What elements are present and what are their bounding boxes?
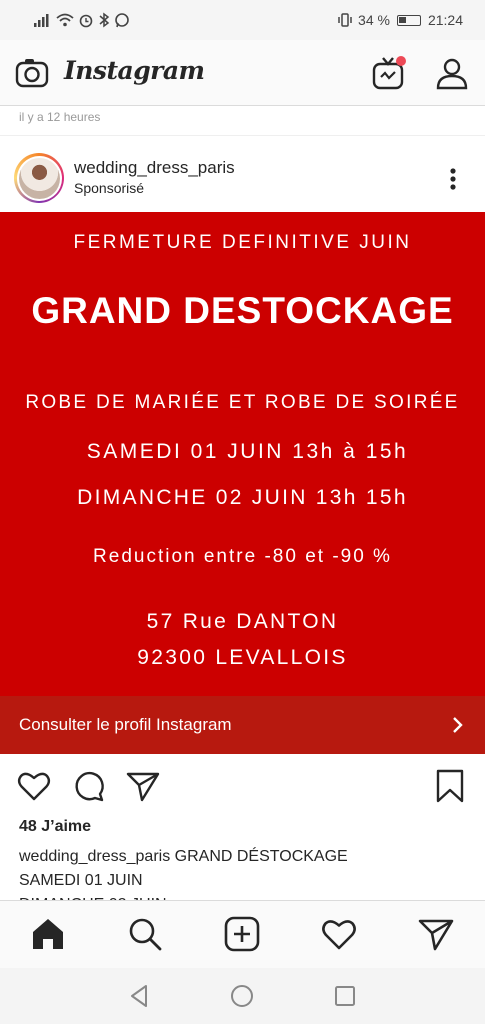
avatar[interactable] [14,153,64,203]
ad-address-street: 57 Rue DANTON [146,610,339,633]
ad-address-city: 92300 LEVALLOIS [137,646,348,669]
divider [0,135,485,136]
whatsapp-icon [115,13,129,28]
bottom-nav [0,900,485,968]
ad-image[interactable]: FERMETURE DEFINITIVE JUIN GRAND DESTOCKA… [0,212,485,696]
ad-text-sunday: DIMANCHE 02 JUIN 13h 15h [77,486,408,509]
comment-icon[interactable] [71,768,107,804]
alarm-icon [79,14,93,28]
vibrate-icon [338,13,352,27]
home-circle-icon[interactable] [228,982,256,1010]
ad-text-saturday: SAMEDI 01 JUIN 13h à 15h [86,440,409,463]
like-count[interactable]: 48 J’aime [19,818,91,836]
ad-headline: GRAND DESTOCKAGE [31,290,454,331]
status-icons-right: 34 % 21:24 [336,12,463,28]
bookmark-icon[interactable] [432,768,468,804]
post-username[interactable]: wedding_dress_paris [74,158,235,178]
home-icon[interactable] [29,915,67,953]
status-bar: 34 % 21:24 [0,0,485,40]
cta-button[interactable]: Consulter le profil Instagram [0,696,485,754]
share-icon[interactable] [125,768,161,804]
instagram-logo: Instagram [64,56,205,85]
ad-text-dresses: ROBE DE MARIÉE ET ROBE DE SOIRÉE [25,392,460,413]
bluetooth-icon [99,12,110,28]
like-heart-icon[interactable] [16,768,52,804]
direct-message-icon[interactable] [417,915,455,953]
caption-text: GRAND DÉSTOCKAGE [170,848,348,865]
caption-line-2: SAMEDI 01 JUIN [19,872,143,889]
clock: 21:24 [427,12,463,28]
recents-icon[interactable] [331,982,359,1010]
chevron-right-icon [453,717,463,733]
feed-timestamp: il y a 12 heures [19,110,101,124]
back-icon[interactable] [126,982,154,1010]
post-actions [0,764,485,808]
post-header: wedding_dress_paris Sponsorisé [0,150,485,210]
sponsored-label: Sponsorisé [74,180,145,196]
status-icons-left [34,12,130,28]
cta-label: Consulter le profil Instagram [19,715,232,734]
signal-icon [34,14,49,27]
system-nav-bar [0,968,485,1024]
battery-icon [396,14,421,26]
caption-username[interactable]: wedding_dress_paris [19,848,170,865]
search-icon[interactable] [126,915,164,953]
caption: wedding_dress_paris GRAND DÉSTOCKAGE SAM… [19,845,469,893]
profile-icon[interactable] [434,55,470,91]
new-post-icon[interactable] [223,915,261,953]
notification-dot [396,56,406,66]
app-header: Instagram [0,40,485,106]
ad-text-discount: Reduction entre -80 et -90 % [93,546,392,567]
wifi-icon [56,13,74,27]
battery-percentage: 34 % [358,12,390,28]
camera-icon[interactable] [14,55,50,91]
ad-text-closing: FERMETURE DEFINITIVE JUIN [73,232,412,253]
activity-icon[interactable] [320,915,358,953]
more-options-icon[interactable] [440,164,466,194]
